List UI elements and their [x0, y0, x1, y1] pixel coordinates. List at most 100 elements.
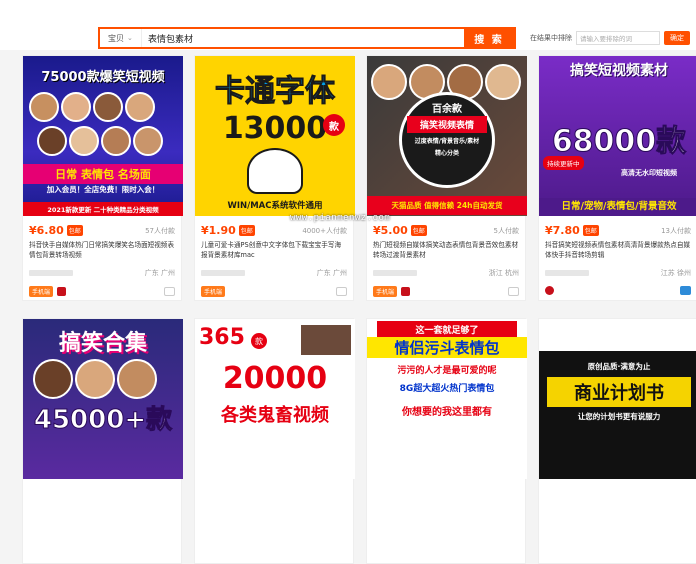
watermark: www.pianmenwz.com — [290, 213, 391, 223]
shop-row: 江苏 徐州 — [545, 268, 691, 278]
image-footer: WIN/MAC系统软件通用 — [195, 199, 355, 211]
image-headline: 365 — [199, 325, 245, 350]
chat-icon[interactable] — [336, 287, 347, 296]
image-footer: 日常/宠物/表情包/背景音效 — [539, 198, 696, 212]
face-image — [125, 92, 155, 122]
image-tag: 持续更新中 — [543, 156, 584, 170]
product-title[interactable]: 抖音搞笑短视频表情包素材高清背景爆款热点自媒体快手抖音转场剪辑 — [545, 240, 691, 260]
exclude-label: 在结果中排除 — [530, 34, 572, 42]
image-headline: 卡通字体 — [215, 74, 336, 110]
badge-row: 手机端 — [373, 286, 519, 297]
search-scope-label: 宝贝 — [108, 33, 124, 43]
shop-row: 广东 广州 — [29, 268, 175, 278]
tmall-badge: 手机端 — [201, 286, 226, 297]
price-row: ¥1.90 包邮 4000+人付款 — [201, 224, 347, 237]
product-card[interactable]: 这一套就足够了 情侣污斗表情包 污污的人才是最可爱的呢 8G超大超火热门表情包 … — [366, 318, 527, 564]
image-headline: 百余款 — [432, 104, 462, 115]
image-headline: 原创品质·满意为止 — [587, 362, 651, 371]
face-image — [133, 126, 163, 156]
top-bar: 宝贝 ⌄ 搜 索 在结果中排除 请输入要排除的词 确定 — [0, 0, 696, 50]
image-footer: 天猫品质 值得信赖 24h自动发货 — [367, 196, 527, 215]
unit-badge: 款 — [251, 333, 267, 349]
paid-count: 57人付款 — [145, 226, 175, 235]
image-headline: 搞笑短视频素材 — [570, 63, 668, 79]
exclude-confirm-button[interactable]: 确定 — [664, 31, 690, 45]
free-shipping-badge: 包邮 — [66, 225, 83, 236]
search-input[interactable] — [142, 33, 464, 43]
face-image — [485, 64, 521, 100]
search-scope-dropdown[interactable]: 宝贝 ⌄ — [100, 29, 142, 47]
product-card[interactable]: 原创品质·满意为止 商业计划书 让您的计划书更有说服力 — [538, 318, 696, 564]
paid-count: 13人付款 — [661, 226, 691, 235]
image-promo: 加入会员！全店免费！限时入会！ — [46, 185, 160, 194]
price-row: ¥5.00 包邮 5人付款 — [373, 224, 519, 237]
shop-row: 浙江 杭州 — [373, 268, 519, 278]
product-card[interactable]: 卡通字体 13000 款 WIN/MAC系统软件通用 ¥1.90 包邮 4000… — [194, 55, 355, 301]
shop-name[interactable] — [545, 270, 589, 276]
product-image[interactable]: 这一套就足够了 情侣污斗表情包 污污的人才是最可爱的呢 8G超大超火热门表情包 … — [367, 319, 527, 479]
face-image — [61, 92, 91, 122]
location: 广东 广州 — [316, 269, 347, 277]
image-subheadline: 日常 表情包 名场面 — [23, 164, 183, 184]
product-title[interactable]: 抖音快手自媒体热门日常搞笑爆笑名场面短视频表情包背景转场视频 — [29, 240, 175, 260]
badge-row: 手机端 — [201, 286, 347, 297]
price: ¥1.90 — [201, 224, 236, 237]
image-subheadline: 搞笑视频表情 — [407, 116, 487, 133]
badge-row: 手机端 — [29, 286, 175, 297]
image-headline: 这一套就足够了 — [377, 321, 517, 338]
product-image[interactable]: 卡通字体 13000 款 WIN/MAC系统软件通用 — [195, 56, 355, 216]
product-card[interactable]: 搞笑合集 45000+款 — [22, 318, 183, 564]
thumbnail-image — [301, 325, 351, 355]
exclude-filter: 在结果中排除 请输入要排除的词 确定 — [530, 31, 690, 45]
image-tag: 精心分类 — [434, 150, 459, 157]
tmall-badge: 手机端 — [373, 286, 398, 297]
faces-group — [33, 359, 157, 399]
location: 江苏 徐州 — [660, 269, 691, 277]
product-card[interactable]: 百余款 搞笑视频表情 过度表情/背景音乐/素材 精心分类 天猫品质 值得信赖 2… — [366, 55, 527, 301]
chat-icon[interactable] — [164, 287, 175, 296]
image-subheadline: 情侣污斗表情包 — [367, 337, 527, 358]
paid-count: 4000+人付款 — [302, 226, 347, 235]
product-image[interactable]: 百余款 搞笑视频表情 过度表情/背景音乐/素材 精心分类 天猫品质 值得信赖 2… — [367, 56, 527, 216]
exclude-input[interactable]: 请输入要排除的词 — [576, 31, 660, 45]
product-title[interactable]: 热门短视频自媒体搞笑动态表情包背景音效包素材转场过渡背景素材 — [373, 240, 519, 260]
faces-group — [29, 92, 155, 122]
image-footer: 你想要的我这里都有 — [402, 407, 492, 418]
product-card[interactable]: 搞笑短视频素材 68000款 持续更新中 高清无水印短视频 日常/宠物/表情包/… — [538, 55, 696, 301]
shop-name[interactable] — [201, 270, 245, 276]
product-card[interactable]: 365 款 20000 各类鬼畜视频 — [194, 318, 355, 564]
chat-icon[interactable] — [680, 286, 691, 295]
image-description: 高清无水印短视频 — [621, 169, 677, 177]
shop-name[interactable] — [373, 270, 417, 276]
product-image[interactable]: 75000款爆笑短视频 日常 表情包 名场面 加入会员！全店免费！限时入会！ 2… — [23, 56, 183, 216]
face-image — [37, 126, 67, 156]
image-subheadline: 商业计划书 — [547, 377, 691, 407]
tmall-badge: 手机端 — [29, 286, 54, 297]
free-shipping-badge: 包邮 — [582, 225, 599, 236]
product-image[interactable]: 365 款 20000 各类鬼畜视频 — [195, 319, 355, 479]
image-description: 污污的人才是最可爱的呢 — [397, 366, 497, 376]
product-image[interactable]: 搞笑合集 45000+款 — [23, 319, 183, 479]
image-subheadline: 各类鬼畜视频 — [221, 405, 329, 426]
location: 广东 广州 — [144, 269, 175, 277]
product-title[interactable]: 儿童可爱卡通PS创意中文字体包下载宝宝手写海报背景素材库mac — [201, 240, 347, 260]
price-row: ¥6.80 包邮 57人付款 — [29, 224, 175, 237]
red-badge-icon — [401, 287, 411, 296]
paid-count: 5人付款 — [493, 226, 519, 235]
product-card[interactable]: 75000款爆笑短视频 日常 表情包 名场面 加入会员！全店免费！限时入会！ 2… — [22, 55, 183, 301]
product-image[interactable]: 搞笑短视频素材 68000款 持续更新中 高清无水印短视频 日常/宠物/表情包/… — [539, 56, 696, 216]
red-badge-icon — [57, 287, 67, 296]
product-image[interactable]: 原创品质·满意为止 商业计划书 让您的计划书更有说服力 — [539, 319, 696, 479]
search-button[interactable]: 搜 索 — [464, 29, 514, 47]
chat-icon[interactable] — [508, 287, 519, 296]
image-headline: 搞笑合集 — [58, 331, 147, 356]
image-headline: 75000款爆笑短视频 — [41, 70, 165, 85]
shop-name[interactable] — [29, 270, 73, 276]
chevron-down-icon: ⌄ — [127, 34, 133, 42]
cartoon-character-image — [247, 148, 303, 194]
image-description: 让您的计划书更有说服力 — [577, 412, 661, 421]
face-image — [69, 126, 99, 156]
price: ¥5.00 — [373, 224, 408, 237]
image-description: 过度表情/背景音乐/素材 — [414, 138, 480, 145]
image-number: 20000 — [222, 361, 328, 396]
